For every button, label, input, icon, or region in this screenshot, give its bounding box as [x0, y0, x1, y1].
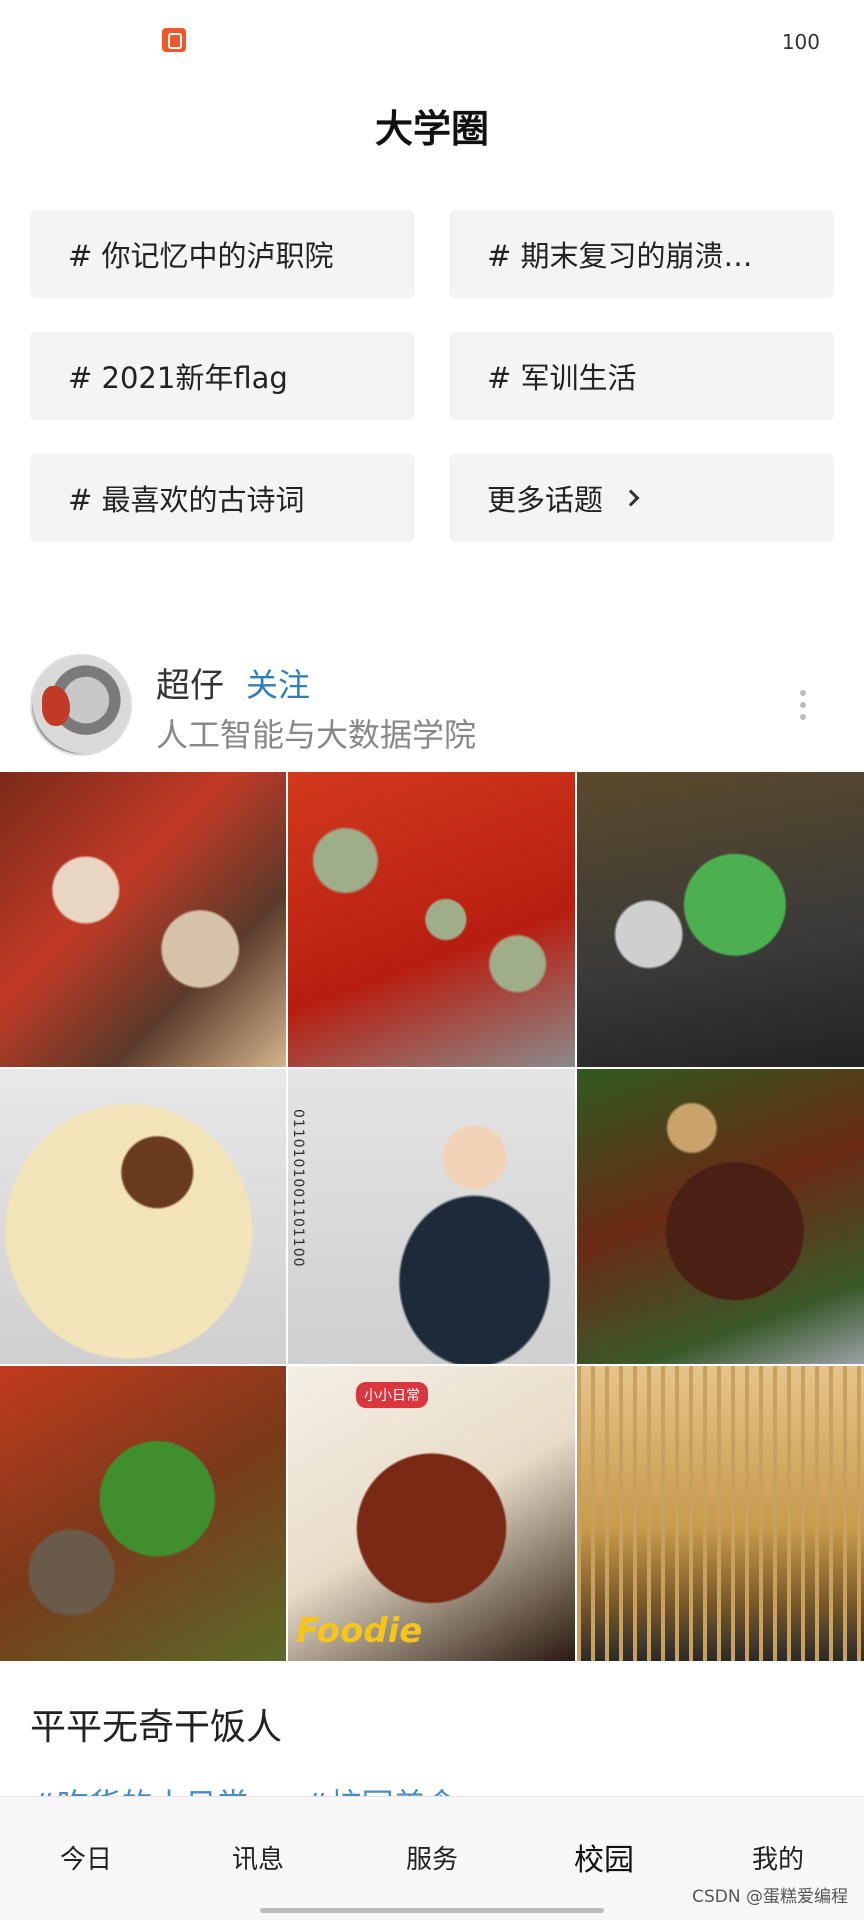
- tab-services[interactable]: 服务: [372, 1839, 492, 1876]
- more-topics-label: 更多话题: [487, 483, 604, 517]
- tab-messages[interactable]: 讯息: [198, 1839, 318, 1876]
- topic-chip[interactable]: # 期末复习的崩溃…: [449, 210, 834, 298]
- photo-thumbnail[interactable]: [0, 1366, 286, 1661]
- topic-grid: # 你记忆中的泸职院 # 期末复习的崩溃… # 2021新年flag # 军训生…: [30, 210, 834, 542]
- topic-label: # 期末复习的崩溃…: [487, 239, 753, 273]
- chevron-right-icon: [622, 489, 640, 507]
- photo-thumbnail[interactable]: [288, 1069, 575, 1364]
- photo-grid: 小小日常 Foodie: [0, 772, 864, 1661]
- battery-level: 100: [781, 30, 820, 54]
- photo-thumbnail[interactable]: [0, 772, 286, 1067]
- topic-label: # 军训生活: [487, 361, 637, 395]
- post-text: 平平无奇干饭人: [30, 1707, 283, 1748]
- topic-chip[interactable]: # 最喜欢的古诗词: [30, 454, 415, 542]
- more-topics-button[interactable]: 更多话题: [449, 454, 834, 542]
- follow-button[interactable]: 关注: [246, 660, 310, 706]
- photo-sticker-text: 小小日常: [356, 1382, 428, 1408]
- college-label: 人工智能与大数据学院: [156, 716, 477, 754]
- photo-thumbnail[interactable]: 小小日常 Foodie: [288, 1366, 575, 1661]
- topic-chip[interactable]: # 你记忆中的泸职院: [30, 210, 415, 298]
- topic-label: # 最喜欢的古诗词: [68, 483, 305, 517]
- status-bar: 100: [0, 0, 864, 80]
- photo-thumbnail[interactable]: [0, 1069, 286, 1364]
- username[interactable]: 超仔: [156, 658, 224, 707]
- photo-thumbnail[interactable]: [577, 772, 864, 1067]
- photo-thumbnail[interactable]: [577, 1366, 864, 1661]
- tab-today[interactable]: 今日: [26, 1839, 146, 1876]
- more-options-icon[interactable]: [800, 690, 808, 724]
- page-title: 大学圈: [374, 107, 489, 151]
- avatar[interactable]: [30, 654, 132, 756]
- tab-campus[interactable]: 校园: [544, 1835, 664, 1879]
- topic-chip[interactable]: # 2021新年flag: [30, 332, 415, 420]
- topic-chip[interactable]: # 军训生活: [449, 332, 834, 420]
- topic-label: # 2021新年flag: [68, 361, 288, 395]
- photo-thumbnail[interactable]: [577, 1069, 864, 1364]
- photo-foodie-text: Foodie: [296, 1611, 423, 1651]
- tab-me[interactable]: 我的: [718, 1839, 838, 1876]
- app-notification-icon: [162, 28, 186, 52]
- photo-thumbnail[interactable]: [288, 772, 575, 1067]
- topic-label: # 你记忆中的泸职院: [68, 239, 334, 273]
- watermark: CSDN @蛋糕爱编程: [692, 1887, 848, 1907]
- home-indicator[interactable]: [260, 1908, 604, 1913]
- post-header: 超仔 关注 人工智能与大数据学院: [0, 650, 864, 760]
